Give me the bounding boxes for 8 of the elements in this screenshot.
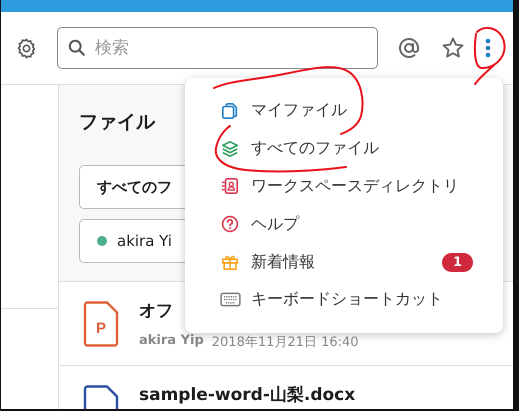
panel-title: ファイル — [79, 110, 155, 135]
notification-badge: 1 — [442, 252, 473, 272]
file-date: 2018年11月21日 16:40 — [212, 334, 359, 351]
file-name: sample-word-山梨.docx — [139, 384, 356, 406]
presentation-file-icon: P — [83, 301, 119, 347]
member-name: akira Yi — [117, 232, 172, 250]
file-owner: akira Yip — [139, 333, 204, 350]
file-name: オフ — [139, 300, 173, 322]
